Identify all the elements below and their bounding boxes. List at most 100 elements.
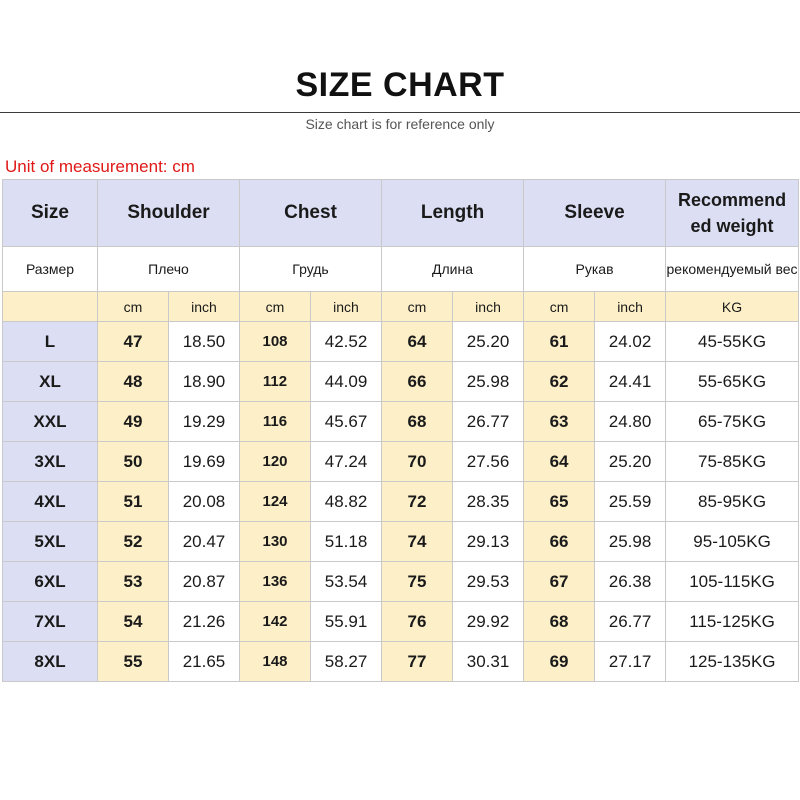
cell-shoulder-inch: 19.29 [168,401,240,442]
cell-sleeve-cm: 61 [523,321,596,362]
cell-size: 7XL [2,601,98,642]
cell-sleeve-inch: 26.38 [594,561,667,602]
cell-sleeve-cm: 68 [523,601,596,642]
header-size: Size [2,179,98,247]
cell-length-cm: 72 [381,481,454,522]
cell-sleeve-cm: 62 [523,361,596,402]
cell-size: L [2,321,98,362]
size-chart-table: Size Shoulder Chest Length Sleeve Recomm… [2,179,800,682]
cell-chest-cm: 120 [239,441,311,482]
table-row: 3XL 50 19.69 120 47.24 70 27.56 64 25.20 75-85KG [2,441,800,482]
header-ru-sleeve: Рукав [523,246,667,292]
cell-shoulder-cm: 54 [97,601,169,642]
cell-sleeve-inch: 24.80 [594,401,667,442]
cell-shoulder-inch: 19.69 [168,441,240,482]
cell-sleeve-inch: 25.20 [594,441,667,482]
cell-length-cm: 64 [381,321,454,362]
cell-sleeve-cm: 63 [523,401,596,442]
cell-shoulder-cm: 55 [97,641,169,682]
cell-chest-inch: 53.54 [309,561,383,602]
cell-length-inch: 28.35 [452,481,525,522]
cell-length-cm: 76 [381,601,454,642]
cell-chest-inch: 58.27 [309,641,383,682]
cell-weight: 105-115KG [665,561,800,602]
cell-chest-inch: 51.18 [309,521,383,562]
cell-chest-cm: 112 [239,361,311,402]
cell-length-cm: 77 [381,641,454,682]
cell-chest-inch: 45.67 [309,401,383,442]
table-row: 6XL 53 20.87 136 53.54 75 29.53 67 26.38 105-115K… [2,561,800,602]
cell-weight: 45-55KG [665,321,800,362]
header-sleeve: Sleeve [523,179,667,247]
table-row: 8XL 55 21.65 148 58.27 77 30.31 69 27.17 125-135K… [2,641,800,682]
table-row: XXL 49 19.29 116 45.67 68 26.77 63 24.80 65-75KG [2,401,800,442]
cell-chest-inch: 42.52 [309,321,383,362]
unit-shoulder-inch: inch [168,291,240,322]
cell-length-inch: 29.92 [452,601,525,642]
unit-shoulder-cm: cm [97,291,169,322]
cell-shoulder-inch: 20.08 [168,481,240,522]
unit-chest-inch: inch [309,291,383,322]
cell-length-cm: 74 [381,521,454,562]
cell-chest-cm: 130 [239,521,311,562]
cell-shoulder-inch: 20.47 [168,521,240,562]
table-row: 4XL 51 20.08 124 48.82 72 28.35 65 25.59 85-95KG [2,481,800,522]
cell-chest-cm: 148 [239,641,311,682]
cell-length-cm: 66 [381,361,454,402]
title-divider [0,112,800,113]
cell-weight: 65-75KG [665,401,800,442]
cell-size: 6XL [2,561,98,602]
cell-length-inch: 25.20 [452,321,525,362]
cell-chest-inch: 48.82 [309,481,383,522]
cell-length-inch: 26.77 [452,401,525,442]
cell-shoulder-cm: 48 [97,361,169,402]
cell-length-inch: 29.53 [452,561,525,602]
cell-size: 3XL [2,441,98,482]
cell-length-inch: 25.98 [452,361,525,402]
cell-shoulder-cm: 53 [97,561,169,602]
cell-shoulder-cm: 52 [97,521,169,562]
cell-size: XXL [2,401,98,442]
unit-weight-kg: KG [665,291,800,322]
header-weight: Recommend ed weight [665,179,800,247]
cell-chest-inch: 47.24 [309,441,383,482]
cell-weight: 75-85KG [665,441,800,482]
cell-sleeve-cm: 64 [523,441,596,482]
page-title: SIZE CHART [295,66,505,104]
cell-shoulder-cm: 51 [97,481,169,522]
cell-length-cm: 75 [381,561,454,602]
cell-size: 5XL [2,521,98,562]
cell-length-cm: 70 [381,441,454,482]
unit-sleeve-cm: cm [523,291,596,322]
table-row: L 47 18.50 108 42.52 64 25.20 61 24.02 45-55KG [2,321,800,362]
cell-weight: 115-125KG [665,601,800,642]
cell-weight: 85-95KG [665,481,800,522]
cell-sleeve-inch: 25.98 [594,521,667,562]
cell-shoulder-cm: 49 [97,401,169,442]
unit-row: cm inch cm inch cm inch cm inch KG [2,291,800,322]
cell-sleeve-inch: 25.59 [594,481,667,522]
cell-chest-cm: 116 [239,401,311,442]
cell-sleeve-inch: 24.02 [594,321,667,362]
unit-size-blank [2,291,98,322]
cell-chest-cm: 136 [239,561,311,602]
table-row: 7XL 54 21.26 142 55.91 76 29.92 68 26.77 115-125K… [2,601,800,642]
cell-chest-inch: 44.09 [309,361,383,402]
cell-chest-cm: 142 [239,601,311,642]
cell-sleeve-inch: 27.17 [594,641,667,682]
cell-size: 8XL [2,641,98,682]
unit-chest-cm: cm [239,291,311,322]
table-row: 5XL 52 20.47 130 51.18 74 29.13 66 25.98 95-105KG [2,521,800,562]
cell-sleeve-inch: 24.41 [594,361,667,402]
cell-chest-cm: 124 [239,481,311,522]
cell-weight: 125-135KG [665,641,800,682]
header-shoulder: Shoulder [97,179,240,247]
header-ru-chest: Грудь [238,246,383,292]
cell-weight: 55-65KG [665,361,800,402]
cell-length-inch: 29.13 [452,521,525,562]
cell-shoulder-inch: 21.65 [168,641,240,682]
cell-sleeve-cm: 69 [523,641,596,682]
header-ru-shoulder: Плечо [97,246,240,292]
cell-length-cm: 68 [381,401,454,442]
cell-length-inch: 27.56 [452,441,525,482]
